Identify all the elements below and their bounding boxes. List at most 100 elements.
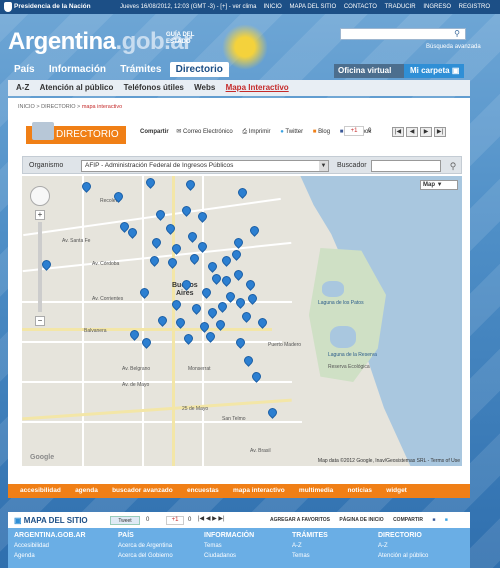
sitemap-slider-controls[interactable]: |◀ ◀ ▶ ▶|	[198, 515, 225, 522]
share-twitter[interactable]: ● Twitter	[280, 129, 303, 135]
tab-pais[interactable]: País	[8, 62, 41, 77]
location-pin[interactable]	[220, 274, 233, 287]
top-link-ingreso[interactable]: INGRESO	[423, 4, 451, 10]
gplus-button[interactable]: +1	[166, 516, 184, 525]
last-icon[interactable]: ▶|	[434, 127, 446, 137]
sitemap-link[interactable]: A-Z	[378, 543, 428, 549]
location-pin[interactable]	[154, 208, 167, 221]
prev-icon[interactable]: ◀	[406, 127, 418, 137]
footer-link-widget[interactable]: widget	[386, 484, 407, 498]
footer-link-noticias[interactable]: noticias	[347, 484, 372, 498]
sitemap-col-heading[interactable]: DIRECTORIO	[378, 532, 428, 539]
location-pin[interactable]	[144, 176, 157, 189]
site-search-input[interactable]	[340, 28, 466, 40]
sitemap-col-heading[interactable]: ARGENTINA.GOB.AR	[14, 532, 86, 539]
top-link-registro[interactable]: REGISTRO	[459, 4, 490, 10]
location-pin[interactable]	[234, 296, 247, 309]
next-icon[interactable]: ▶	[420, 127, 432, 137]
first-icon[interactable]: |◀	[392, 127, 404, 137]
location-pin[interactable]	[234, 336, 247, 349]
zoom-in-button[interactable]: +	[35, 210, 45, 220]
pan-control[interactable]	[30, 186, 50, 206]
sitemap-col-heading[interactable]: PAÍS	[118, 532, 173, 539]
footer-link-agenda[interactable]: agenda	[75, 484, 98, 498]
location-pin[interactable]	[220, 254, 233, 267]
location-pin[interactable]	[256, 316, 269, 329]
location-pin[interactable]	[266, 406, 279, 419]
subnav-item-webs[interactable]: Webs	[194, 80, 215, 96]
location-pin[interactable]	[206, 306, 219, 319]
top-link-mapa[interactable]: MAPA DEL SITIO	[289, 4, 336, 10]
share-blog[interactable]: ■ Blog	[313, 129, 330, 135]
top-link-inicio[interactable]: INICIO	[263, 4, 281, 10]
organismo-select[interactable]: AFIP - Administración Federal de Ingreso…	[81, 160, 329, 172]
subnav-item-mapa-interactivo[interactable]: Mapa Interactivo	[226, 80, 289, 96]
share-email[interactable]: ✉ Correo Electrónico	[176, 129, 232, 135]
sitemap-link[interactable]: Acerca del Gobierno	[118, 553, 173, 559]
sitemap-link[interactable]: Acerca de Argentina	[118, 543, 173, 549]
subnav-item-telefonos[interactable]: Teléfonos útiles	[124, 80, 184, 96]
search-icon[interactable]: ⚲	[447, 160, 459, 172]
home-page-link[interactable]: PÁGINA DE INICIO	[339, 517, 383, 523]
location-pin[interactable]	[174, 316, 187, 329]
location-pin[interactable]	[232, 268, 245, 281]
map-type-select[interactable]: Map ▼	[420, 180, 458, 190]
sitemap-link[interactable]: Ciudadanos	[204, 553, 254, 559]
tweet-button[interactable]: Tweet	[110, 516, 140, 525]
location-pin[interactable]	[240, 310, 253, 323]
footer-link-buscador[interactable]: buscador avanzado	[112, 484, 173, 498]
search-icon[interactable]: ⚲	[451, 29, 463, 39]
location-pin[interactable]	[248, 224, 261, 237]
location-pin[interactable]	[180, 204, 193, 217]
mi-carpeta-button[interactable]: Mi carpeta ▣	[404, 64, 464, 78]
buscador-input[interactable]	[371, 160, 441, 172]
top-link-traducir[interactable]: TRADUCIR	[385, 4, 416, 10]
interactive-map[interactable]: Recoleta Buenos Aires Reserva Ecológica …	[22, 176, 462, 466]
sitemap-link[interactable]: Temas	[292, 553, 328, 559]
map-copyright[interactable]: Map data ©2012 Google, Inav/Geosistemas …	[318, 458, 460, 464]
advanced-search-link[interactable]: Búsqueda avanzada	[426, 44, 481, 50]
subnav-item-az[interactable]: A-Z	[16, 80, 29, 96]
location-pin[interactable]	[150, 236, 163, 249]
top-link-contacto[interactable]: CONTACTO	[344, 4, 377, 10]
sitemap-link[interactable]: A-Z	[292, 543, 328, 549]
zoom-out-button[interactable]: −	[35, 316, 45, 326]
share-print[interactable]: ⎙ Imprimir	[242, 129, 270, 135]
twitter-icon[interactable]: ■	[445, 517, 448, 523]
sitemap-col-heading[interactable]: TRÁMITES	[292, 532, 328, 539]
presidencia-logo[interactable]: Presidencia de la Nación	[14, 3, 91, 10]
add-favorites-link[interactable]: AGREGAR A FAVORITOS	[270, 517, 330, 523]
location-pin[interactable]	[156, 314, 169, 327]
location-pin[interactable]	[166, 256, 179, 269]
breadcrumb-home[interactable]: INICIO	[18, 104, 35, 110]
location-pin[interactable]	[186, 230, 199, 243]
breadcrumb-section[interactable]: DIRECTORIO	[41, 104, 75, 110]
tab-tramites[interactable]: Trámites	[114, 62, 167, 77]
footer-link-accesibilidad[interactable]: accesibilidad	[20, 484, 61, 498]
oficina-virtual-button[interactable]: Oficina virtual	[334, 64, 404, 78]
zoom-slider[interactable]	[38, 222, 42, 312]
location-pin[interactable]	[206, 260, 219, 273]
facebook-icon[interactable]: ■	[432, 517, 435, 523]
footer-link-mapa[interactable]: mapa interactivo	[233, 484, 285, 498]
gplus-button[interactable]: +1	[344, 126, 364, 136]
footer-link-encuestas[interactable]: encuestas	[187, 484, 219, 498]
sitemap-link[interactable]: Atención al público	[378, 553, 428, 559]
location-pin[interactable]	[138, 286, 151, 299]
footer-link-multimedia[interactable]: multimedia	[299, 484, 333, 498]
sitemap-col-heading[interactable]: INFORMACIÓN	[204, 532, 254, 539]
site-logo[interactable]: Argentina.gob.ar	[8, 28, 193, 56]
location-pin[interactable]	[244, 278, 257, 291]
sitemap-link[interactable]: Accesibilidad	[14, 543, 86, 549]
share-link[interactable]: COMPARTIR	[393, 517, 423, 523]
subnav-item-atencion[interactable]: Atención al público	[40, 80, 114, 96]
tab-informacion[interactable]: Información	[43, 62, 112, 77]
sitemap-link[interactable]: Agenda	[14, 553, 86, 559]
location-pin[interactable]	[184, 178, 197, 191]
tab-directorio[interactable]: Directorio	[169, 62, 229, 77]
location-pin[interactable]	[236, 186, 249, 199]
location-pin[interactable]	[190, 302, 203, 315]
sitemap-link[interactable]: Temas	[204, 543, 254, 549]
location-pin[interactable]	[196, 210, 209, 223]
location-pin[interactable]	[242, 354, 255, 367]
